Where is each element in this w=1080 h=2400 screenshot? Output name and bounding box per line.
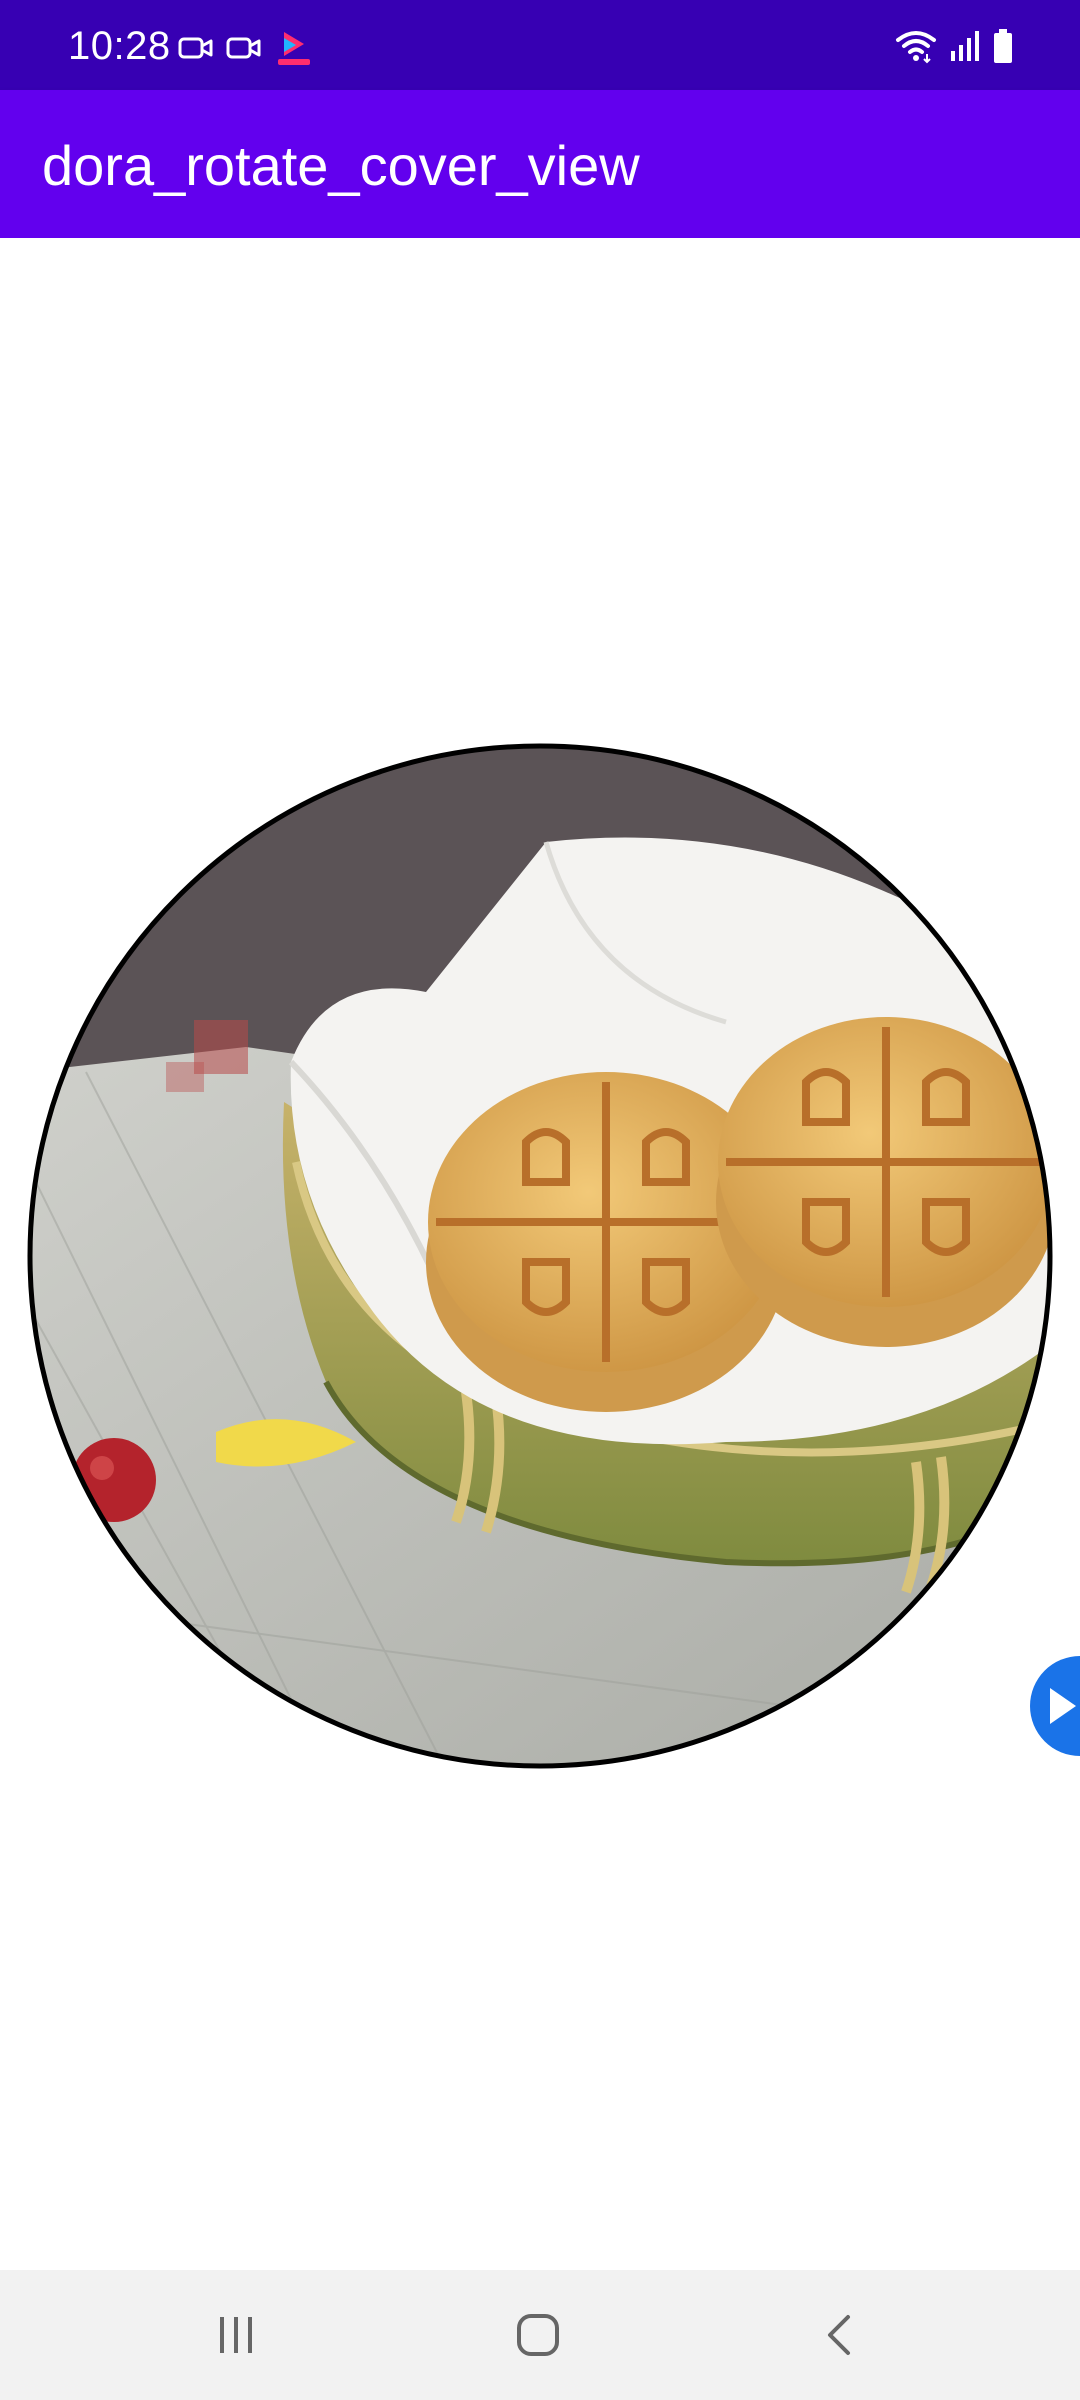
status-notification-icons — [178, 28, 314, 68]
navigation-bar — [0, 2270, 1080, 2400]
app-bar: dora_rotate_cover_view — [0, 90, 1080, 238]
wifi-icon — [896, 31, 936, 64]
page-title: dora_rotate_cover_view — [42, 134, 640, 197]
video-call-icon — [226, 37, 261, 59]
status-bar: 10:28 — [0, 0, 1080, 90]
rotate-cover-view[interactable] — [26, 742, 1054, 1770]
back-icon — [828, 2315, 850, 2355]
home-icon — [517, 2314, 559, 2356]
youku-app-icon — [278, 32, 310, 65]
play-icon — [1050, 1688, 1076, 1724]
status-time: 10:28 — [68, 24, 171, 68]
video-call-icon — [178, 37, 213, 59]
cell-signal-icon — [951, 31, 979, 61]
battery-icon — [994, 29, 1012, 63]
recent-apps-icon — [220, 2317, 252, 2353]
status-system-icons — [894, 28, 1014, 64]
home-button[interactable] — [478, 2290, 598, 2380]
cover-image — [27, 743, 1053, 1769]
recent-apps-button[interactable] — [176, 2290, 296, 2380]
back-button[interactable] — [780, 2290, 900, 2380]
